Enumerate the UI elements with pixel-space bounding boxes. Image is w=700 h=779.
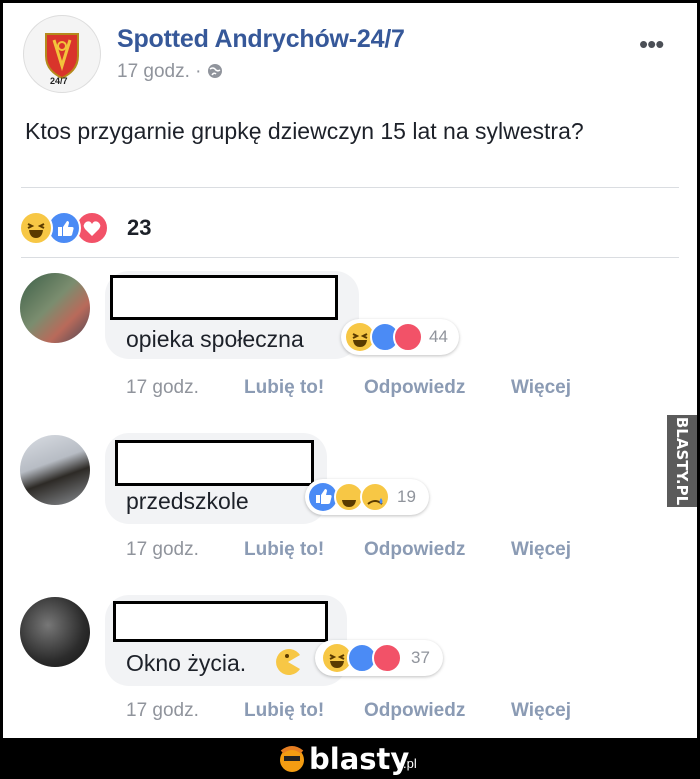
reply-link[interactable]: Odpowiedz: [364, 377, 465, 399]
comment-time[interactable]: 17 godz.: [126, 377, 199, 399]
haha-reaction-icon: [19, 211, 53, 245]
censored-name: [113, 601, 328, 642]
side-watermark-text: BLASTY.PL: [673, 416, 691, 506]
comment-text: przedszkole: [126, 488, 249, 514]
divider: [21, 187, 679, 188]
more-link[interactable]: Więcej: [511, 377, 571, 399]
reply-link[interactable]: Odpowiedz: [364, 700, 465, 722]
comment-actions: 17 godz. Lubię to! Odpowiedz Więcej: [3, 377, 697, 401]
commenter-avatar[interactable]: [20, 597, 90, 667]
footer-logo-text: blasty: [309, 742, 410, 776]
like-link[interactable]: Lubię to!: [244, 700, 324, 722]
comment-reactions[interactable]: 37: [315, 640, 443, 676]
comment-reaction-count: 44: [429, 327, 448, 346]
like-link[interactable]: Lubię to!: [244, 539, 324, 561]
page-name-link[interactable]: Spotted Andrychów-24/7: [117, 25, 405, 54]
more-link[interactable]: Więcej: [511, 539, 571, 561]
comment-time[interactable]: 17 godz.: [126, 700, 199, 722]
globe-icon: [207, 64, 222, 78]
pacman-emoji-icon: [276, 649, 300, 675]
mascot-logo-icon: [280, 746, 304, 772]
footer-logo-tld: .pl: [403, 756, 417, 771]
post-text: Ktos przygarnie grupkę dziewczyn 15 lat …: [25, 118, 584, 144]
avatar-label: 24/7: [50, 76, 68, 86]
side-watermark: BLASTY.PL: [667, 415, 697, 507]
censored-name: [110, 275, 338, 320]
more-options-icon[interactable]: •••: [639, 29, 664, 60]
comment-actions: 17 godz. Lubię to! Odpowiedz Więcej: [3, 700, 697, 724]
post-card: 24/7 Spotted Andrychów-24/7 17 godz. · •…: [3, 3, 697, 738]
comment-reaction-count: 19: [397, 487, 416, 506]
censored-name: [115, 440, 314, 486]
reaction-count: 23: [127, 215, 152, 240]
post-time[interactable]: 17 godz. ·: [117, 61, 207, 82]
comment-reactions[interactable]: 44: [341, 319, 459, 355]
comment-reaction-count: 37: [411, 648, 430, 667]
commenter-avatar[interactable]: [20, 273, 90, 343]
commenter-avatar[interactable]: [20, 435, 90, 505]
more-link[interactable]: Więcej: [511, 700, 571, 722]
footer-watermark: blasty .pl: [0, 738, 700, 779]
comment-text: opieka społeczna: [126, 326, 304, 352]
reply-link[interactable]: Odpowiedz: [364, 539, 465, 561]
comment-actions: 17 godz. Lubię to! Odpowiedz Więcej: [3, 539, 697, 563]
divider: [21, 257, 679, 258]
comment-text: Okno życia.: [126, 650, 247, 676]
like-link[interactable]: Lubię to!: [244, 377, 324, 399]
comment-time[interactable]: 17 godz.: [126, 539, 199, 561]
post-meta: 17 godz. ·: [117, 61, 223, 83]
comment-reactions[interactable]: 19: [305, 479, 429, 515]
page-avatar[interactable]: 24/7: [23, 15, 101, 93]
